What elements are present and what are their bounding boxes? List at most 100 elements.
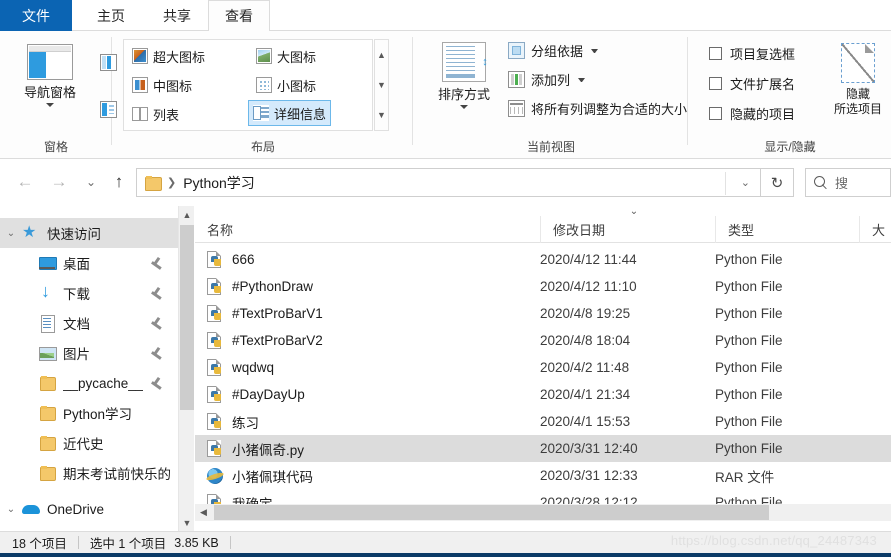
chevron-down-icon[interactable]: ⌄ — [0, 228, 22, 239]
sidebar-item-pictures[interactable]: 图片 — [0, 338, 178, 368]
gallery-expand-icon[interactable]: ▼ — [377, 110, 386, 120]
layout-list[interactable]: 列表 — [128, 101, 183, 127]
layout-item-label: 小图标 — [277, 78, 317, 94]
column-header-label: 大 — [872, 223, 886, 238]
hide-selected-items-button[interactable]: 隐藏 所选项目 — [829, 39, 887, 135]
checkbox-icon[interactable] — [709, 47, 722, 60]
recent-locations-button[interactable]: ⌄ — [76, 168, 106, 196]
group-by-label: 分组依据 — [531, 44, 584, 59]
group-divider — [412, 37, 413, 145]
back-button[interactable]: ← — [10, 168, 40, 196]
sidebar-item-pycache[interactable]: __pycache__ — [0, 368, 178, 398]
forward-button[interactable]: → — [44, 168, 74, 196]
layout-gallery-scrollbar[interactable]: ▲ ▼ ▼ — [374, 39, 389, 131]
table-row[interactable]: wqdwq 2020/4/2 11:48 Python File — [195, 354, 891, 381]
scrollbar-thumb[interactable] — [180, 225, 194, 410]
table-row[interactable]: #TextProBarV1 2020/4/8 19:25 Python File — [195, 300, 891, 327]
pin-icon[interactable] — [151, 256, 162, 270]
checkbox-icon[interactable] — [709, 107, 722, 120]
sort-arrow-icon: ↕ — [482, 56, 488, 68]
refresh-icon: ↻ — [770, 174, 784, 192]
table-row[interactable]: 小猪佩琪代码 2020/3/31 12:33 RAR 文件 — [195, 462, 891, 489]
file-date: 2020/4/1 15:53 — [540, 414, 631, 429]
desktop-icon — [38, 254, 57, 272]
scroll-left-icon[interactable]: ◀ — [195, 504, 212, 521]
pin-icon[interactable] — [151, 316, 162, 330]
tab-view[interactable]: 查看 — [208, 0, 270, 32]
gallery-scroll-up-icon[interactable]: ▲ — [377, 50, 386, 60]
refresh-button[interactable]: ↻ — [761, 168, 794, 197]
table-row[interactable]: #PythonDraw 2020/4/12 11:10 Python File — [195, 273, 891, 300]
search-box[interactable]: 搜 — [805, 168, 891, 197]
group-by-button[interactable]: 分组依据 — [508, 41, 599, 60]
pin-icon[interactable] — [151, 286, 162, 300]
ribbon: 导航窗格 窗格 预览窗格 详细信息窗格 超大图标 — [0, 31, 891, 159]
navigation-pane-scrollbar[interactable]: ▲ ▼ — [178, 206, 194, 531]
sidebar-item-documents[interactable]: 文档 — [0, 308, 178, 338]
star-icon — [22, 222, 40, 242]
table-row-selected[interactable]: 小猪佩奇.py 2020/3/31 12:40 Python File — [195, 435, 891, 462]
column-header-type[interactable]: 类型 — [715, 216, 859, 243]
column-header-name[interactable]: 名称 — [195, 216, 540, 243]
layout-large-icons[interactable]: 大图标 — [252, 43, 320, 69]
navigation-pane-button[interactable]: 导航窗格 — [8, 39, 92, 131]
table-row[interactable]: #TextProBarV2 2020/4/8 18:04 Python File — [195, 327, 891, 354]
layout-item-label: 列表 — [153, 107, 180, 123]
pin-icon[interactable] — [151, 376, 162, 390]
tab-share-label: 共享 — [163, 7, 191, 24]
forward-icon: → — [50, 172, 68, 191]
sidebar-item-python-study[interactable]: Python学习 — [0, 398, 178, 428]
group-divider — [687, 37, 688, 145]
table-row[interactable]: 666 2020/4/12 11:44 Python File — [195, 246, 891, 273]
file-type: Python File — [715, 306, 783, 321]
sidebar-item-final-exam-folder[interactable]: 期末考试前快乐的 — [0, 458, 178, 488]
documents-icon — [38, 314, 56, 333]
sidebar-item-desktop[interactable]: 桌面 — [0, 248, 178, 278]
add-columns-button[interactable]: 添加列 — [508, 70, 586, 89]
sidebar-item-quick-access[interactable]: ⌄ 快速访问 — [0, 218, 178, 248]
column-header-label: 修改日期 — [553, 223, 606, 238]
breadcrumb-item-label[interactable]: Python学习 — [183, 173, 255, 193]
breadcrumb-dropdown-icon[interactable]: ⌄ — [741, 176, 750, 189]
size-all-columns-button[interactable]: 将所有列调整为合适的大小 — [508, 99, 687, 118]
table-row[interactable]: 练习 2020/4/1 15:53 Python File — [195, 408, 891, 435]
column-header-size[interactable]: 大 — [859, 216, 891, 243]
ribbon-tab-bar: 文件 主页 共享 查看 — [0, 0, 891, 32]
chevron-right-icon[interactable]: ⌄ — [0, 504, 22, 515]
status-divider — [77, 536, 79, 549]
checkbox-item-checkboxes[interactable]: 项目复选框 — [709, 44, 795, 63]
tab-file[interactable]: 文件 — [0, 0, 72, 31]
watermark-text: https://blog.csdn.net/qq_24487343 — [670, 533, 877, 548]
tab-view-label: 查看 — [225, 8, 253, 24]
up-button[interactable]: ↑ — [104, 168, 134, 196]
gallery-scroll-down-icon[interactable]: ▼ — [377, 80, 386, 90]
sort-by-button[interactable]: ↕ 排序方式 — [428, 39, 500, 131]
file-type: Python File — [715, 360, 783, 375]
python-file-icon — [207, 412, 224, 431]
layout-extra-large-icons[interactable]: 超大图标 — [128, 43, 209, 69]
scroll-down-icon[interactable]: ▼ — [179, 514, 195, 531]
layout-medium-icons[interactable]: 中图标 — [128, 72, 196, 98]
sidebar-item-downloads[interactable]: 下载 — [0, 278, 178, 308]
table-row[interactable]: #DayDayUp 2020/4/1 21:34 Python File — [195, 381, 891, 408]
hide-label-line1: 隐藏 — [845, 87, 870, 101]
scroll-up-icon[interactable]: ▲ — [179, 206, 195, 223]
breadcrumb-separator-icon: ❯ — [167, 177, 177, 189]
python-file-icon — [207, 277, 224, 296]
pin-icon[interactable] — [151, 346, 162, 360]
checkbox-file-extensions[interactable]: 文件扩展名 — [709, 74, 795, 93]
search-input[interactable]: 搜 — [835, 173, 848, 192]
layout-details[interactable]: 详细信息 — [248, 100, 332, 126]
breadcrumb[interactable]: ❯ Python学习 ⌄ — [136, 168, 761, 197]
sidebar-item-modern-history[interactable]: 近代史 — [0, 428, 178, 458]
tab-home[interactable]: 主页 — [80, 0, 142, 31]
file-list-horizontal-scrollbar[interactable]: ◀ — [195, 504, 891, 521]
tab-share[interactable]: 共享 — [146, 0, 208, 31]
layout-small-icons[interactable]: 小图标 — [252, 72, 320, 98]
size-all-columns-label: 将所有列调整为合适的大小 — [531, 102, 688, 117]
checkbox-hidden-items[interactable]: 隐藏的项目 — [709, 104, 795, 123]
scrollbar-thumb[interactable] — [214, 505, 769, 520]
column-header-date-modified[interactable]: 修改日期 — [540, 216, 715, 243]
checkbox-icon[interactable] — [709, 77, 722, 90]
sidebar-item-onedrive[interactable]: ⌄ OneDrive — [0, 494, 178, 524]
